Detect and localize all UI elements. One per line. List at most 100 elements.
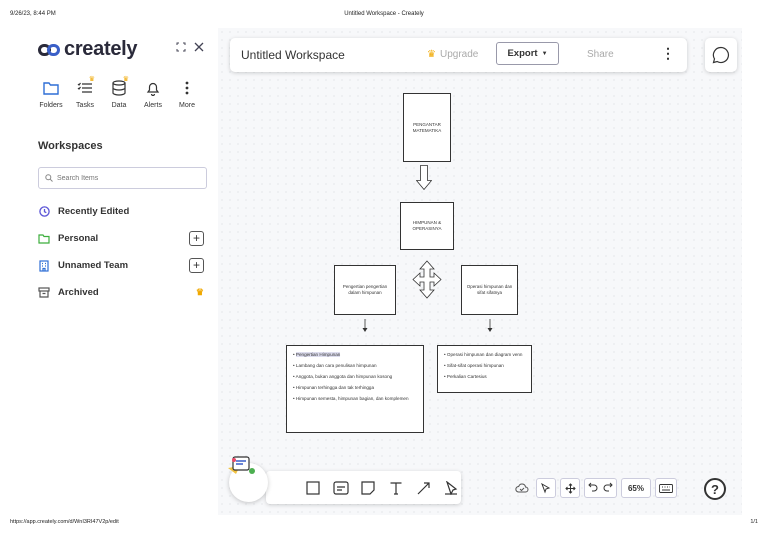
creately-logo[interactable]: creately xyxy=(38,38,138,61)
arrow-line-icon xyxy=(417,481,430,494)
diagram-box-himpunan[interactable]: HIMPUNAN & OPERASINYA xyxy=(400,202,454,250)
print-page-count: 1/1 xyxy=(750,519,758,525)
shape-toolbar xyxy=(266,471,461,504)
list-item: • Himpunan semesta, himpunan bagian, dan… xyxy=(293,396,409,401)
nav-data-label: Data xyxy=(111,102,127,109)
document-topbar: Untitled Workspace ♛ Upgrade Export ▼ Shar… xyxy=(230,38,687,72)
sticky-note-icon xyxy=(361,480,376,495)
undo-icon[interactable] xyxy=(588,482,598,494)
pen-icon xyxy=(445,480,458,495)
shapes-library-button[interactable] xyxy=(228,456,268,502)
folder-icon xyxy=(43,82,59,95)
connector-tool[interactable] xyxy=(414,478,434,498)
premium-crown-icon: ♛ xyxy=(195,287,204,297)
nav-more[interactable]: More xyxy=(172,78,202,109)
nav-data[interactable]: ♛ Data xyxy=(104,76,134,109)
diagram-box-pengertian[interactable]: Pengertian pengertian dalam himpunan xyxy=(334,265,396,315)
tree-item-label: Unnamed Team xyxy=(58,260,129,271)
list-item: • Perkalian Cartesius xyxy=(444,374,487,379)
caret-down-icon: ▼ xyxy=(541,50,548,57)
export-button[interactable]: Export ▼ xyxy=(496,42,559,65)
tree-item-archived[interactable]: Archived ♛ xyxy=(38,279,207,306)
diagram-list-left[interactable]: • Pengertian Himpunan • Lambang dan cara… xyxy=(286,345,424,433)
add-personal-button[interactable]: + xyxy=(189,231,204,246)
down-arrow-shape[interactable] xyxy=(416,165,432,190)
tasks-icon xyxy=(77,82,92,93)
list-item: • Anggota, bukan anggota dan himpunan ko… xyxy=(293,374,393,379)
select-tool-button[interactable] xyxy=(536,478,556,498)
quad-arrow-shape[interactable] xyxy=(412,260,442,299)
diagram-box-operasi[interactable]: Operasi himpunan dan sifat sifatnya xyxy=(461,265,518,315)
sidebar: creately Folders ♛ Tasks ♛ Data Alerts M… xyxy=(28,28,218,515)
nav-tasks-label: Tasks xyxy=(76,102,94,109)
list-item: • Operasi himpunan dan diagram venn xyxy=(444,352,523,357)
nav-more-label: More xyxy=(179,102,195,109)
list-item: • Pengertian Himpunan xyxy=(293,352,341,357)
search-box[interactable] xyxy=(38,167,207,189)
logo-text: creately xyxy=(64,38,138,60)
sidebar-top-actions xyxy=(176,41,204,55)
sidebar-nav: Folders ♛ Tasks ♛ Data Alerts More xyxy=(36,76,202,109)
card-tool[interactable] xyxy=(331,478,351,498)
document-title[interactable]: Untitled Workspace xyxy=(241,48,345,62)
upgrade-button[interactable]: ♛ Upgrade xyxy=(427,49,478,60)
workspace-tree: Recently Edited Personal + Unnamed Team … xyxy=(38,198,207,306)
keyboard-shortcuts-button[interactable] xyxy=(655,478,677,498)
share-button[interactable]: Share xyxy=(587,49,614,60)
more-vertical-icon[interactable]: ⋮ xyxy=(661,45,675,62)
add-team-button[interactable]: + xyxy=(189,258,204,273)
tree-item-label: Recently Edited xyxy=(58,206,130,217)
cloud-sync-icon[interactable] xyxy=(512,478,532,498)
connector-arrow[interactable] xyxy=(486,319,494,333)
redo-icon[interactable] xyxy=(603,482,613,494)
rectangle-tool[interactable] xyxy=(304,478,324,498)
pan-tool-button[interactable] xyxy=(560,478,580,498)
undo-redo-group xyxy=(584,478,617,498)
shape-text: HIMPUNAN & OPERASINYA xyxy=(412,220,442,231)
chat-button[interactable] xyxy=(705,38,737,72)
tree-item-label: Personal xyxy=(58,233,99,244)
workspaces-heading: Workspaces xyxy=(38,140,103,152)
card-icon xyxy=(333,480,349,495)
connector-arrow[interactable] xyxy=(361,319,369,333)
diagram-list-right[interactable]: • Operasi himpunan dan diagram venn • Si… xyxy=(437,345,532,393)
text-icon xyxy=(390,481,402,495)
logo-mark-icon xyxy=(38,43,60,56)
export-label: Export xyxy=(507,48,538,59)
nav-alerts-label: Alerts xyxy=(144,102,162,109)
nav-folders-label: Folders xyxy=(39,102,63,109)
rectangle-icon xyxy=(306,480,320,495)
list-item: • Himpunan terhingga dan tak terhingga xyxy=(293,385,375,390)
print-header: 9/26/23, 8:44 PM Untitled Workspace - Cr… xyxy=(0,0,768,24)
sticky-note-tool[interactable] xyxy=(359,478,379,498)
nav-alerts[interactable]: Alerts xyxy=(138,78,168,109)
text-tool[interactable] xyxy=(386,478,406,498)
building-icon xyxy=(39,259,49,272)
folder-icon xyxy=(38,233,50,244)
close-icon[interactable] xyxy=(194,41,204,55)
pen-tool[interactable] xyxy=(441,478,461,498)
list-item: • Lambang dan cara penulisan himpunan xyxy=(293,363,377,368)
premium-crown-icon: ♛ xyxy=(88,76,95,83)
tree-item-recently-edited[interactable]: Recently Edited xyxy=(38,198,207,225)
list-item: • Sifat-sifat operasi himpunan xyxy=(444,363,504,368)
tree-item-label: Archived xyxy=(58,287,99,298)
zoom-level[interactable]: 65% xyxy=(621,478,651,498)
nav-folders[interactable]: Folders xyxy=(36,78,66,109)
tree-item-personal[interactable]: Personal + xyxy=(38,225,207,252)
nav-tasks[interactable]: ♛ Tasks xyxy=(70,76,100,109)
shape-text: Operasi himpunan dan sifat sifatnya xyxy=(466,284,513,295)
print-page-title: Untitled Workspace - Creately xyxy=(344,11,424,17)
keyboard-icon xyxy=(659,483,673,493)
crown-icon: ♛ xyxy=(427,49,436,60)
premium-crown-icon: ♛ xyxy=(122,76,129,83)
search-input[interactable] xyxy=(57,174,197,182)
tree-item-unnamed-team[interactable]: Unnamed Team + xyxy=(38,252,207,279)
diagram-box-pengantar[interactable]: PENGANTAR MATEMATIKA xyxy=(403,93,451,162)
search-icon xyxy=(45,174,53,182)
help-button[interactable]: ? xyxy=(704,478,726,500)
expand-icon[interactable] xyxy=(176,41,186,55)
print-url: https://app.creately.com/d/WnI3RI47V2p/e… xyxy=(10,519,119,525)
shape-text: Pengertian pengertian dalam himpunan xyxy=(342,284,388,295)
canvas-controls: 65% xyxy=(512,478,677,498)
